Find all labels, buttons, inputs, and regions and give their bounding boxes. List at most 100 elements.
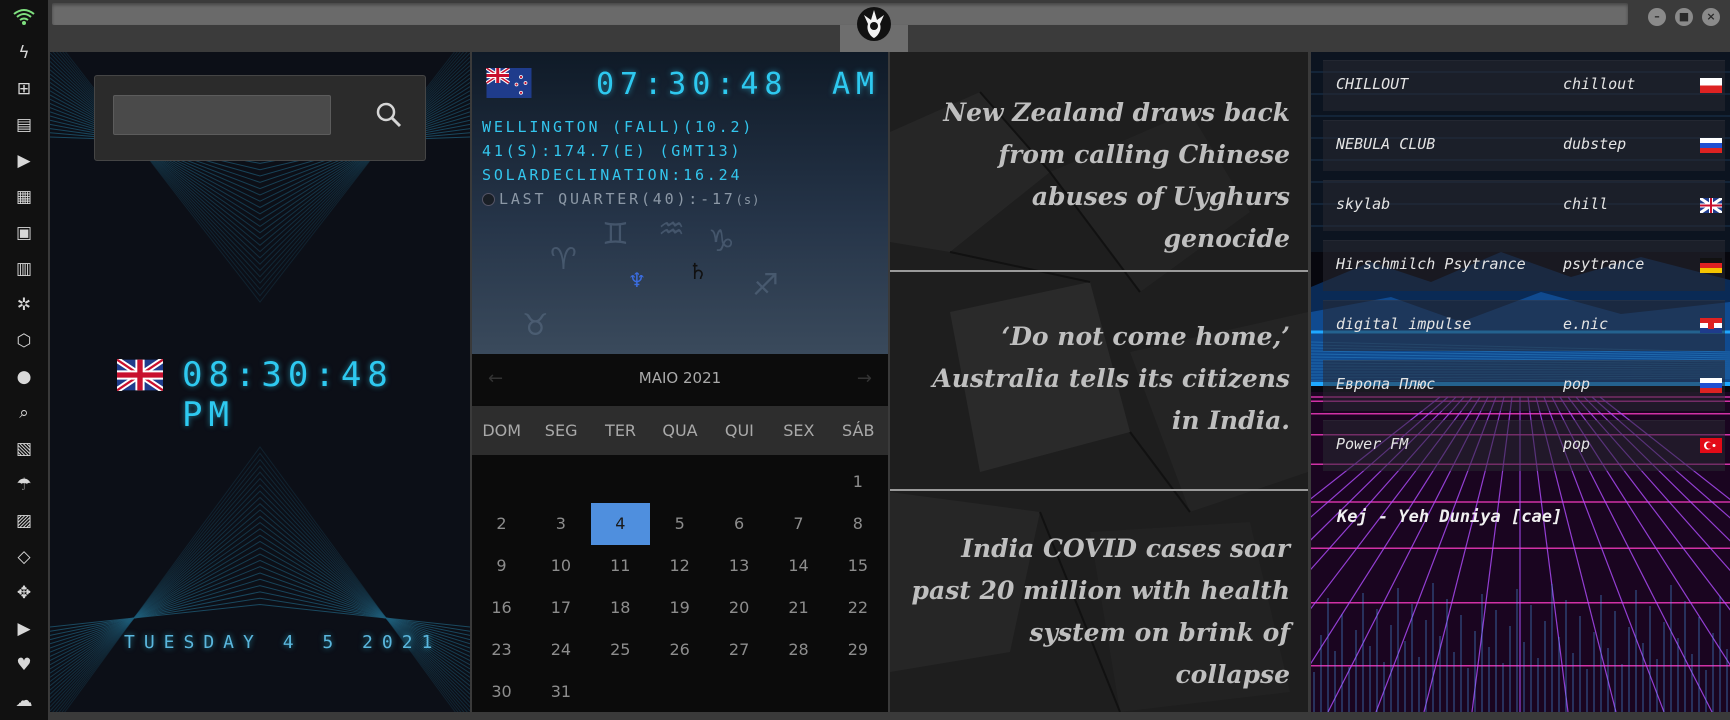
- calendar-next-button[interactable]: →: [857, 368, 872, 389]
- station-name: Hirschmilch Psytrance: [1336, 255, 1526, 273]
- station-genre: pop: [1563, 375, 1591, 393]
- globe-icon[interactable]: ●: [0, 362, 48, 392]
- station-row[interactable]: Hirschmilch Psytrance psytrance: [1323, 240, 1725, 291]
- city-line: WELLINGTON (FALL)(10.2): [482, 118, 755, 136]
- calendar-day[interactable]: 31: [531, 671, 590, 712]
- windows-icon[interactable]: ⊞: [0, 74, 48, 104]
- calendar-grid: 1 2 3 4 5 6 7 8 9 10 11 12 13 14 15 16 17 18 19 20 21 22 23 24 2…: [472, 455, 888, 712]
- calendar-day[interactable]: 28: [769, 629, 828, 671]
- map-icon[interactable]: ▧: [0, 434, 48, 464]
- calendar-day[interactable]: 16: [472, 587, 531, 629]
- saturn-icon: ♄: [688, 260, 708, 285]
- neptune-icon: ♆: [628, 268, 646, 292]
- weekday-ter: TER: [605, 421, 637, 440]
- station-name: NEBULA CLUB: [1336, 135, 1436, 153]
- calendar-day[interactable]: 29: [828, 629, 887, 671]
- calendar-day[interactable]: 9: [472, 545, 531, 587]
- search-icon[interactable]: ⌕: [0, 398, 48, 428]
- station-row[interactable]: skylab chill: [1323, 180, 1725, 231]
- sagittarius-icon: ♐: [752, 268, 779, 303]
- umbrella-icon[interactable]: ☂: [0, 470, 48, 500]
- croatia-flag-icon: [1700, 318, 1722, 333]
- gemini-icon: ♊: [602, 217, 629, 252]
- hexagon-icon[interactable]: ⬡: [0, 326, 48, 356]
- calendar-title: MAIO 2021: [638, 369, 722, 387]
- calendar-day[interactable]: 20: [710, 587, 769, 629]
- wifi-icon[interactable]: [0, 2, 48, 32]
- search-box: [94, 75, 426, 161]
- search-icon[interactable]: [375, 101, 403, 129]
- calendar-day[interactable]: 21: [769, 587, 828, 629]
- calendar-day[interactable]: 14: [769, 545, 828, 587]
- calendar-day[interactable]: 22: [828, 587, 887, 629]
- calendar-day[interactable]: 25: [591, 629, 650, 671]
- local-date: TUESDAY 4 5 2021: [124, 632, 442, 653]
- calendar-day[interactable]: 30: [472, 671, 531, 712]
- news-divider: [890, 489, 1308, 491]
- calendar-day[interactable]: 7: [769, 503, 828, 545]
- gear-icon[interactable]: ✲: [0, 290, 48, 320]
- calendar-day[interactable]: 1: [828, 461, 887, 503]
- calendar-day[interactable]: 3: [531, 503, 590, 545]
- calendar-day[interactable]: 15: [828, 545, 887, 587]
- contacts-icon[interactable]: ▨: [0, 506, 48, 536]
- aries-icon: ♈: [550, 242, 577, 277]
- radio-panel: CHILLOUT chillout NEBULA CLUB dubstep skylab…: [1311, 52, 1730, 712]
- minimize-button[interactable]: –: [1648, 8, 1666, 26]
- astro-info: ♈ ♊ ♒ ♑ ♐ ♉ ♆ ♄ 07:30:48 AM WELLINGTON (…: [472, 52, 888, 354]
- image-icon[interactable]: ▣: [0, 218, 48, 248]
- uk-flag-icon: [1700, 198, 1722, 213]
- bolt-icon[interactable]: ϟ: [0, 38, 48, 68]
- weekday-dom: DOM: [482, 421, 522, 440]
- world-ampm: AM: [832, 67, 881, 102]
- cloud-icon[interactable]: ☁: [0, 686, 48, 716]
- calendar-day[interactable]: 8: [828, 503, 887, 545]
- station-name: skylab: [1336, 195, 1391, 213]
- russia-flag-icon: [1700, 378, 1722, 393]
- now-playing: Kej - Yeh Duniya [cae]: [1337, 507, 1563, 527]
- code-icon[interactable]: ◇: [0, 542, 48, 572]
- germany-flag-icon: [1700, 258, 1722, 273]
- news-headline[interactable]: India COVID cases soar past 20 million w…: [910, 528, 1290, 696]
- calendar-day[interactable]: 27: [710, 629, 769, 671]
- title-bar: – ■ ×: [48, 0, 1730, 52]
- heart-icon[interactable]: ♥: [0, 650, 48, 680]
- address-bar[interactable]: [52, 3, 1628, 25]
- calendar-day[interactable]: 6: [710, 503, 769, 545]
- station-row[interactable]: NEBULA CLUB dubstep: [1323, 120, 1725, 171]
- calendar-day[interactable]: 13: [710, 545, 769, 587]
- play-icon[interactable]: ▶: [0, 146, 48, 176]
- youtube-icon[interactable]: ▶: [0, 614, 48, 644]
- archive-icon[interactable]: ▤: [0, 110, 48, 140]
- calendar-day[interactable]: 23: [472, 629, 531, 671]
- world-time: 07:30:48: [596, 67, 789, 102]
- local-clock-panel: 08:30:48 PM TUESDAY 4 5 2021: [50, 52, 470, 712]
- calendar-day[interactable]: 12: [650, 545, 709, 587]
- aquarius-icon: ♒: [658, 212, 685, 247]
- maximize-button[interactable]: ■: [1675, 8, 1693, 26]
- expand-icon[interactable]: ✥: [0, 578, 48, 608]
- station-row[interactable]: Power FM pop: [1323, 420, 1725, 471]
- calendar-day[interactable]: 17: [531, 587, 590, 629]
- station-row[interactable]: digital impulse e.nic: [1323, 300, 1725, 351]
- calendar-day[interactable]: 2: [472, 503, 531, 545]
- calendar-day-selected[interactable]: 4: [590, 503, 650, 545]
- nz-flag-icon: [486, 68, 532, 98]
- calendar-day[interactable]: 19: [650, 587, 709, 629]
- search-input[interactable]: [113, 95, 331, 135]
- calendar-day[interactable]: 24: [531, 629, 590, 671]
- station-row[interactable]: Европа Плюс pop: [1323, 360, 1725, 411]
- news-headline[interactable]: ‘Do not come home,’ Australia tells its …: [910, 316, 1290, 442]
- map-book-icon[interactable]: ▦: [0, 182, 48, 212]
- station-genre: dubstep: [1563, 135, 1627, 153]
- calendar-day[interactable]: 10: [531, 545, 590, 587]
- calendar-day[interactable]: 18: [591, 587, 650, 629]
- newspaper-icon[interactable]: ▥: [0, 254, 48, 284]
- calendar-day[interactable]: 5: [650, 503, 709, 545]
- station-row[interactable]: CHILLOUT chillout: [1323, 60, 1725, 111]
- station-name: digital impulse: [1336, 315, 1472, 333]
- news-headline[interactable]: New Zealand draws back from calling Chin…: [910, 92, 1290, 260]
- calendar-day[interactable]: 11: [591, 545, 650, 587]
- close-button[interactable]: ×: [1702, 8, 1720, 26]
- calendar-day[interactable]: 26: [650, 629, 709, 671]
